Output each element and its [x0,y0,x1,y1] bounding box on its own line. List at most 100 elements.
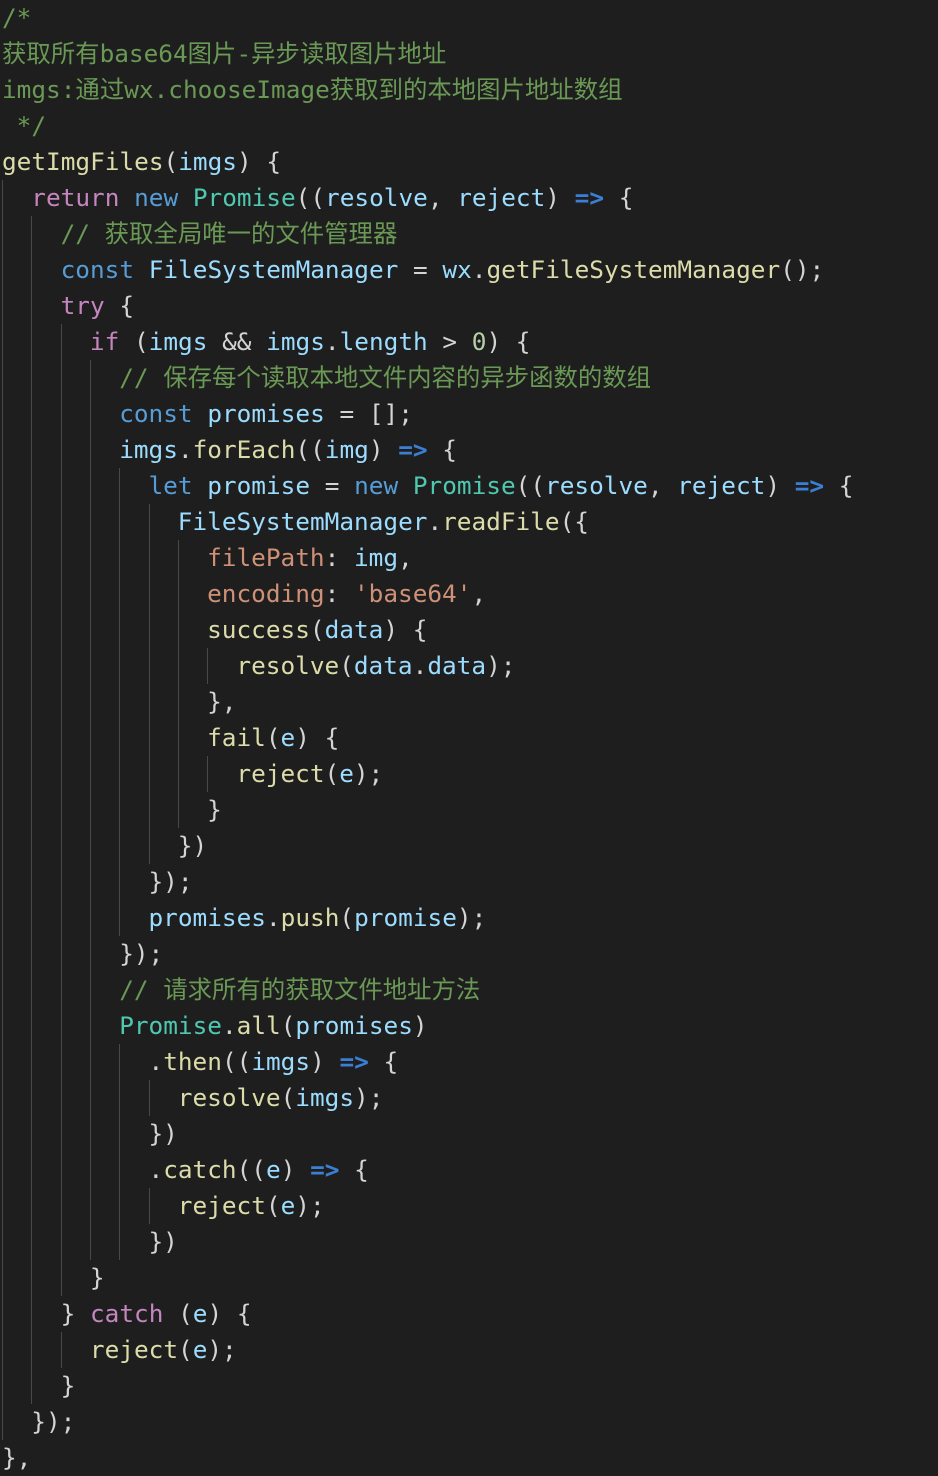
token-var: length [339,327,428,356]
code-line[interactable]: resolve(data.data); [0,648,938,684]
code-line[interactable]: resolve(imgs); [0,1080,938,1116]
code-line[interactable]: 获取所有base64图片-异步读取图片地址 [0,36,938,72]
code-line[interactable]: reject(e); [0,1332,938,1368]
token-pun: }); [31,1407,76,1436]
code-line[interactable]: fail(e) { [0,720,938,756]
code-line[interactable]: }) [0,828,938,864]
token-arrow: => [574,183,605,212]
code-line[interactable]: if (imgs && imgs.length > 0) { [0,324,938,360]
token-cls: Promise [412,471,516,500]
code-line[interactable]: imgs.forEach((img) => { [0,432,938,468]
code-line[interactable]: reject(e); [0,1188,938,1224]
code-line[interactable]: const FileSystemManager = wx.getFileSyst… [0,252,938,288]
token-pun: ); [354,1083,384,1112]
token-fn: catch [163,1155,237,1184]
code-line[interactable]: }); [0,864,938,900]
code-line[interactable]: getImgFiles(imgs) { [0,144,938,180]
token-pun: ( [309,615,325,644]
token-fn: getFileSystemManager [486,255,781,284]
token-pun: (( [221,1047,252,1076]
code-line[interactable]: imgs:通过wx.chooseImage获取到的本地图片地址数组 [0,72,938,108]
token-arrow: => [794,471,825,500]
token-pun: { [824,471,854,500]
token-prop: filePath [207,543,325,572]
token-cmt: /* [2,3,32,32]
code-line[interactable]: }); [0,1404,938,1440]
token-pun: (( [515,471,546,500]
code-line[interactable]: .then((imgs) => { [0,1044,938,1080]
token-pun: ); [486,651,516,680]
token-pun [193,471,208,500]
token-var: data [353,651,413,680]
code-line[interactable]: return new Promise((resolve, reject) => … [0,180,938,216]
code-line[interactable]: // 请求所有的获取文件地址方法 [0,972,938,1008]
code-line[interactable]: } catch (e) { [0,1296,938,1332]
token-pun [398,471,413,500]
token-pun: } [60,1299,90,1328]
token-pun: ( [265,1191,281,1220]
code-line[interactable]: try { [0,288,938,324]
token-pun: ) { [486,327,531,356]
token-pun: ) [368,435,399,464]
token-fn: reject [177,1191,266,1220]
token-pun: ( [265,723,281,752]
code-line[interactable]: } [0,1368,938,1404]
code-content[interactable]: /* 获取所有base64图片-异步读取图片地址 imgs:通过wx.chooseI… [0,0,938,1476]
token-var: FileSystemManager [148,255,399,284]
code-line[interactable]: .catch((e) => { [0,1152,938,1188]
token-pun: ) [545,183,575,212]
code-line[interactable]: encoding: 'base64', [0,576,938,612]
code-line[interactable]: let promise = new Promise((resolve, reje… [0,468,938,504]
token-fn: resolve [177,1083,281,1112]
token-var: e [192,1299,208,1328]
token-pun: (( [295,183,326,212]
token-var: data [427,651,487,680]
token-arrow: => [339,1047,369,1076]
token-pun: ( [339,903,355,932]
token-pun: ) [412,1011,428,1040]
token-pun: ); [207,1335,237,1364]
code-line[interactable]: success(data) { [0,612,938,648]
token-kw: return [31,183,120,212]
token-cls: Promise [192,183,296,212]
code-line[interactable]: const promises = []; [0,396,938,432]
token-pun: ); [295,1191,325,1220]
code-editor[interactable]: /* 获取所有base64图片-异步读取图片地址 imgs:通过wx.chooseI… [0,0,938,1476]
token-pun: ); [353,759,384,788]
token-var: imgs [295,1083,355,1112]
token-num: 0 [471,327,487,356]
code-line[interactable]: reject(e); [0,756,938,792]
code-line[interactable]: Promise.all(promises) [0,1008,938,1044]
code-line[interactable]: }, [0,684,938,720]
code-line[interactable]: } [0,792,938,828]
token-pun: . [427,507,443,536]
token-var: resolve [545,471,648,500]
token-var: imgs [251,1047,311,1076]
code-line[interactable]: }) [0,1224,938,1260]
code-line[interactable]: }); [0,936,938,972]
token-cmt: */ [2,111,47,140]
token-arrow: => [310,1155,340,1184]
code-line[interactable]: promises.push(promise); [0,900,938,936]
token-pun: ( [339,651,354,680]
token-pun: }) [148,1119,178,1148]
code-line[interactable]: // 保存每个读取本地文件内容的异步函数的数组 [0,360,938,396]
token-pun: : [324,579,354,608]
code-line[interactable]: }) [0,1116,938,1152]
code-line[interactable]: filePath: img, [0,540,938,576]
code-line[interactable]: */ [0,108,938,144]
token-pun: }, [207,687,237,716]
token-var: FileSystemManager [177,507,428,536]
token-pun: }) [177,831,208,860]
token-pun: { [427,435,457,464]
code-line[interactable]: /* [0,0,938,36]
code-line[interactable]: FileSystemManager.readFile({ [0,504,938,540]
token-pun: . [148,1047,164,1076]
code-line[interactable]: }, [0,1440,938,1476]
token-var: imgs [266,327,325,356]
token-pun: ) { [207,1299,252,1328]
code-line[interactable]: // 获取全局唯一的文件管理器 [0,216,938,252]
code-line[interactable]: } [0,1260,938,1296]
token-kwb: new [134,183,179,212]
token-pun: } [89,1263,105,1292]
